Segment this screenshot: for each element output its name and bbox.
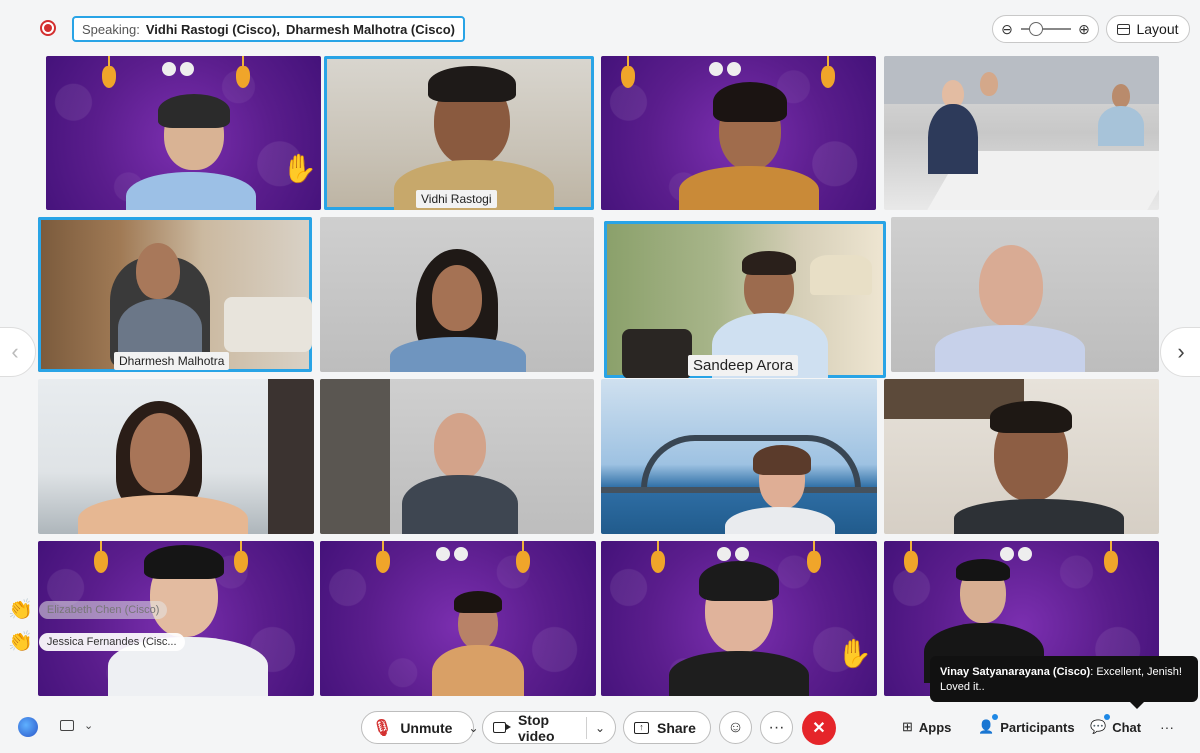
participant-name-label: Vidhi Rastogi xyxy=(416,190,497,208)
video-tile-12[interactable] xyxy=(884,379,1159,534)
apps-icon: ⊞ xyxy=(902,719,913,734)
video-tile-14[interactable] xyxy=(320,541,596,696)
participants-label: Participants xyxy=(1000,719,1075,735)
chevron-down-icon: ⌄ xyxy=(84,720,94,732)
layout-icon xyxy=(1117,23,1131,35)
stop-video-button[interactable]: Stop video ⌄ xyxy=(482,711,616,744)
chat-button[interactable]: 💬 Chat xyxy=(1090,714,1142,735)
previous-page-button[interactable]: ‹ xyxy=(0,327,36,377)
chat-label: Chat xyxy=(1112,719,1142,735)
active-speaker-indicator: Speaking: Vidhi Rastogi (Cisco), Dharmes… xyxy=(72,16,465,42)
microphone-muted-icon: 🎙 xyxy=(372,719,393,737)
apps-label: Apps xyxy=(918,719,952,735)
top-bar: Speaking: Vidhi Rastogi (Cisco), Dharmes… xyxy=(0,0,1200,54)
leave-meeting-button[interactable]: ✕ xyxy=(802,711,836,745)
chevron-left-icon: ‹ xyxy=(11,339,19,364)
zoom-slider[interactable] xyxy=(1020,22,1071,36)
participant-name-label: Dharmesh Malhotra xyxy=(114,352,230,370)
chat-sender: Vinay Satyanarayana (Cisco) xyxy=(940,666,1091,678)
raised-hand-icon: ✋ xyxy=(837,638,872,669)
apps-button[interactable]: ⊞ Apps xyxy=(902,719,951,735)
chevron-down-icon[interactable]: ⌄ xyxy=(595,721,605,735)
participant-name-label: Sandeep Arora xyxy=(688,355,799,376)
recording-icon[interactable] xyxy=(40,20,56,36)
captions-icon xyxy=(60,720,74,731)
unmute-label: Unmute xyxy=(400,719,453,736)
participants-icon: 👤 xyxy=(978,714,999,735)
overflow-menu-button[interactable]: ··· xyxy=(1160,719,1174,735)
layout-button[interactable]: Layout xyxy=(1106,15,1190,43)
share-button[interactable]: ↑ Share xyxy=(623,711,711,744)
close-icon: ✕ xyxy=(812,720,826,737)
ai-assistant-icon[interactable] xyxy=(18,717,38,737)
video-tile-10[interactable] xyxy=(320,379,594,534)
clapping-hands-icon: 👏 xyxy=(8,599,33,621)
speaker-name-2: Dharmesh Malhotra (Cisco) xyxy=(285,21,455,37)
share-label: Share xyxy=(657,719,696,736)
participants-button[interactable]: 👤 Participants xyxy=(978,714,1075,735)
unmute-button[interactable]: 🎙 Unmute ⌄ xyxy=(361,711,479,744)
smiley-plus-icon: ☺ xyxy=(727,718,744,736)
video-tile-11[interactable] xyxy=(601,379,877,534)
chat-icon: 💬 xyxy=(1090,714,1111,735)
chevron-right-icon: › xyxy=(1177,339,1185,364)
video-tile-9[interactable] xyxy=(38,379,314,534)
captions-button[interactable]: ⌄ xyxy=(60,719,93,732)
raised-hand-icon: ✋ xyxy=(282,153,317,184)
reaction-participant-name: Jessica Fernandes (Cisc... xyxy=(38,632,185,651)
clapping-hands-icon: 👏 xyxy=(8,631,33,653)
reaction-notification: 👏 Jessica Fernandes (Cisc... xyxy=(8,629,185,654)
reactions-button[interactable]: ☺ xyxy=(719,711,752,744)
meeting-controls-bar: ⌄ 🎙 Unmute ⌄ Stop video ⌄ ↑ Share ☺ ··· … xyxy=(0,702,1200,753)
video-tile-15[interactable]: ✋ xyxy=(601,541,877,696)
meeting-window: Speaking: Vidhi Rastogi (Cisco), Dharmes… xyxy=(0,0,1200,753)
video-tile-8[interactable] xyxy=(891,217,1159,372)
share-screen-icon: ↑ xyxy=(634,721,649,734)
video-tile-5[interactable]: Dharmesh Malhotra xyxy=(38,217,312,372)
more-icon: ··· xyxy=(1160,719,1174,735)
video-tile-6[interactable] xyxy=(320,217,594,372)
next-page-button[interactable]: › xyxy=(1160,327,1200,377)
layout-label: Layout xyxy=(1136,21,1179,37)
video-tile-7[interactable]: Sandeep Arora xyxy=(604,221,886,378)
speaking-label: Speaking: xyxy=(82,21,140,37)
camera-icon xyxy=(493,722,511,733)
video-tile-3[interactable] xyxy=(601,56,876,210)
zoom-out-icon[interactable]: ⊖ xyxy=(999,21,1015,38)
zoom-slider-handle[interactable] xyxy=(1028,22,1043,36)
video-tile-2[interactable]: Vidhi Rastogi xyxy=(324,56,594,210)
video-tile-1[interactable]: ✋ xyxy=(46,56,321,210)
reaction-participant-name: Elizabeth Chen (Cisco) xyxy=(38,600,168,619)
more-icon: ··· xyxy=(768,718,785,736)
reaction-notification: 👏 Elizabeth Chen (Cisco) xyxy=(8,597,168,622)
speaker-name-1: Vidhi Rastogi (Cisco), xyxy=(145,21,280,37)
stop-video-label: Stop video xyxy=(517,711,555,744)
chevron-down-icon[interactable]: ⌄ xyxy=(468,721,478,735)
chat-notification-toast[interactable]: Vinay Satyanarayana (Cisco): Excellent, … xyxy=(930,656,1198,709)
zoom-control: ⊖ ⊕ xyxy=(992,15,1099,43)
zoom-in-icon[interactable]: ⊕ xyxy=(1076,21,1092,38)
video-tile-4[interactable] xyxy=(884,56,1159,210)
more-options-button[interactable]: ··· xyxy=(760,711,793,744)
